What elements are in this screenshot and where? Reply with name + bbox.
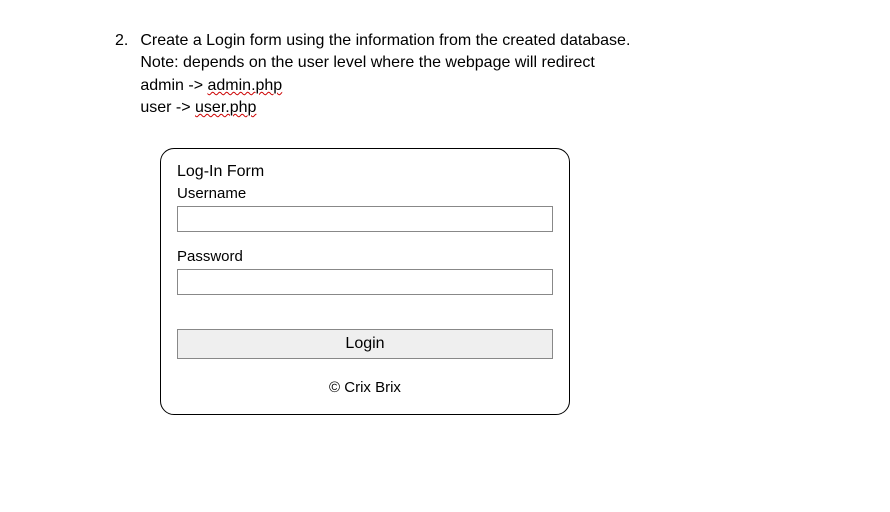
login-button[interactable]: Login	[177, 329, 553, 359]
question-text: Create a Login form using the informatio…	[140, 30, 630, 120]
password-label: Password	[177, 248, 553, 265]
admin-php-link: admin.php	[207, 77, 282, 94]
login-form-panel: Log-In Form Username Password Login © Cr…	[160, 148, 570, 415]
username-label: Username	[177, 185, 553, 202]
user-redirect-prefix: user ->	[140, 99, 195, 116]
password-input[interactable]	[177, 269, 553, 295]
admin-redirect-prefix: admin ->	[140, 77, 207, 94]
form-title: Log-In Form	[177, 163, 553, 181]
question-line-2: Note: depends on the user level where th…	[140, 52, 630, 74]
copyright-text: © Crix Brix	[177, 379, 553, 396]
question-number: 2.	[115, 30, 128, 120]
question-block: 2. Create a Login form using the informa…	[115, 30, 890, 120]
username-input[interactable]	[177, 206, 553, 232]
question-line-3: admin -> admin.php	[140, 75, 630, 97]
question-line-4: user -> user.php	[140, 97, 630, 119]
user-php-link: user.php	[195, 99, 256, 116]
question-line-1: Create a Login form using the informatio…	[140, 30, 630, 52]
